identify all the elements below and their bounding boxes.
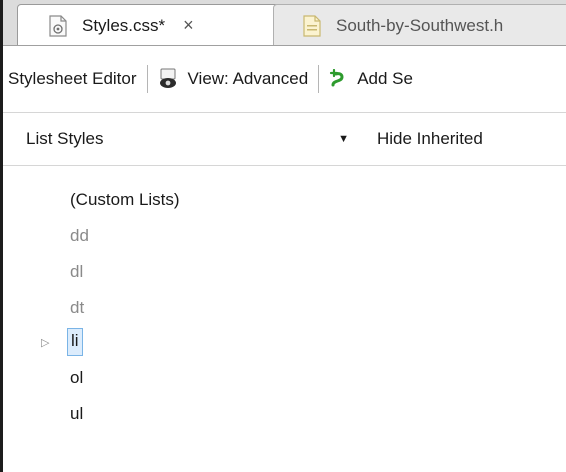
expand-arrow-icon[interactable]: ▷ [41, 336, 53, 350]
chevron-down-icon: ▼ [338, 133, 349, 145]
view-advanced-button[interactable]: View: Advanced [150, 62, 317, 96]
style-category-dropdown[interactable]: List Styles ▼ [3, 119, 363, 159]
tree-item-dd[interactable]: dd [70, 222, 89, 250]
toolbar: Stylesheet Editor View: Advanced Add Se [3, 57, 566, 101]
dropdown-value: List Styles [26, 129, 104, 148]
add-style-label: Add Se [357, 69, 413, 88]
close-tab-button[interactable]: × [183, 15, 194, 36]
add-style-button[interactable]: Add Se [321, 62, 421, 96]
eye-icon [158, 68, 178, 90]
stylesheet-editor-label: Stylesheet Editor [8, 69, 137, 88]
tree-item-dl[interactable]: dl [70, 258, 83, 286]
toolbar-separator [318, 65, 320, 93]
hide-inherited-button[interactable]: Hide Inherited [363, 129, 483, 149]
tab-styles-css[interactable]: Styles.css* × [17, 4, 279, 45]
view-advanced-label: View: Advanced [187, 69, 309, 88]
css-file-icon [48, 14, 68, 37]
tab-label: South-by-Southwest.h [336, 15, 504, 35]
tree-item-ol[interactable]: ol [70, 364, 83, 392]
tab-label: Styles.css* [82, 15, 166, 35]
add-style-icon [329, 68, 347, 89]
tree-item-ul[interactable]: ul [70, 400, 83, 428]
html-file-icon [302, 14, 322, 37]
toolbar-separator [146, 65, 148, 93]
editor-window: Styles.css* × South-by-Southwest.h Style… [0, 0, 566, 472]
tab-strip: Styles.css* × South-by-Southwest.h [3, 0, 566, 46]
tab-south-by-southwest[interactable]: South-by-Southwest.h [273, 4, 566, 45]
filter-bar: List Styles ▼ Hide Inherited [3, 112, 566, 166]
tree-item-custom-lists[interactable]: (Custom Lists) [70, 186, 180, 214]
tree-item-dt[interactable]: dt [70, 294, 84, 322]
tree-item-li[interactable]: li [67, 328, 83, 356]
